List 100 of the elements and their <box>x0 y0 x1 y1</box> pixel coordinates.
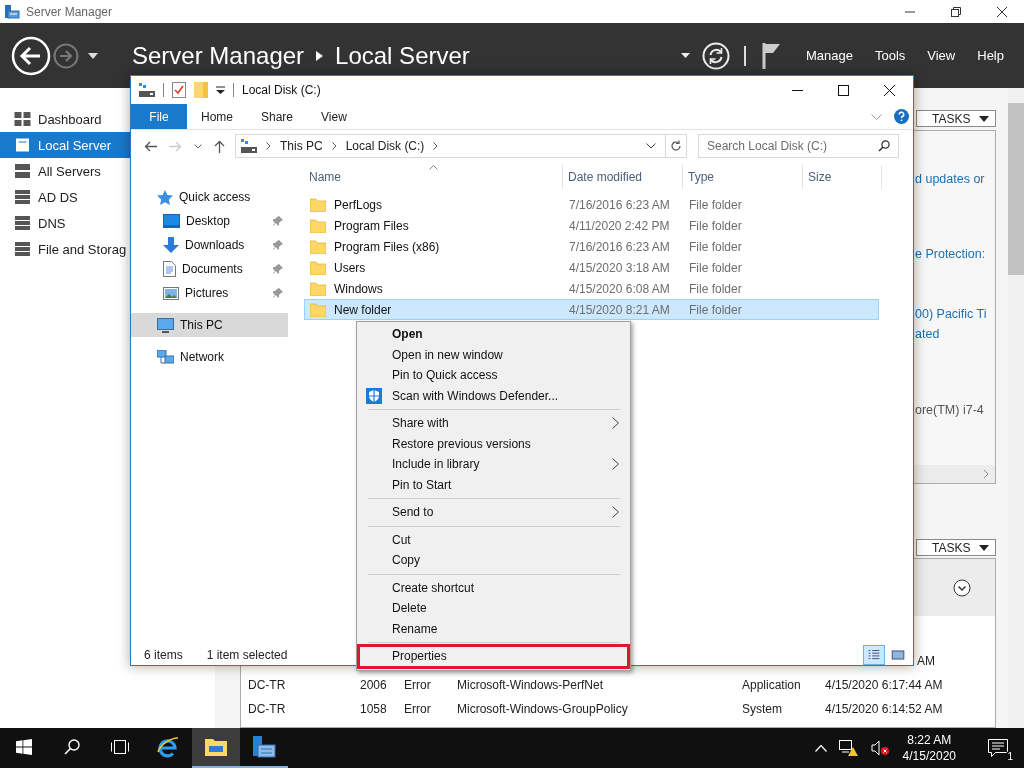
dropdown-caret-icon[interactable] <box>88 52 98 59</box>
recent-locations-icon[interactable] <box>194 143 202 149</box>
file-row[interactable]: New folder 4/15/2020 8:21 AM File folder <box>304 299 879 320</box>
breadcrumb-item[interactable]: This PC <box>280 139 323 153</box>
clock-time[interactable]: 8:22 AM <box>907 732 952 748</box>
nav-item[interactable]: Network <box>131 345 288 369</box>
dropdown-caret-icon[interactable] <box>216 85 225 95</box>
property-link[interactable]: 00) Pacific Ti <box>915 304 987 324</box>
forward-icon[interactable] <box>53 42 79 69</box>
pin-icon[interactable] <box>273 240 283 250</box>
menu-item[interactable]: Delete <box>359 598 628 619</box>
sidebar-item[interactable]: Dashboard <box>0 106 130 132</box>
property-link[interactable]: e Protection: <box>915 244 986 264</box>
nav-item[interactable]: This PC <box>131 313 288 337</box>
breadcrumb-item[interactable]: Local Disk (C:) <box>345 139 425 153</box>
tasks-dropdown[interactable]: TASKS <box>916 539 996 556</box>
details-view-icon[interactable] <box>863 644 885 665</box>
pin-icon[interactable] <box>273 264 283 274</box>
chevron-up-icon[interactable] <box>814 744 827 752</box>
breadcrumb-item[interactable]: Server Manager <box>132 41 305 70</box>
expand-icon[interactable] <box>953 578 971 597</box>
address-bar[interactable]: This PC Local Disk (C:) <box>235 134 687 158</box>
up-icon[interactable] <box>214 139 225 153</box>
help-icon[interactable] <box>894 109 909 124</box>
menu-item[interactable]: Rename <box>359 618 628 639</box>
chevron-right-icon[interactable] <box>266 142 271 150</box>
network-warning-icon[interactable] <box>838 739 859 757</box>
menu-item[interactable]: Scan with Windows Defender... <box>359 385 628 406</box>
dropdown-caret-icon[interactable] <box>680 53 690 58</box>
maximize-icon[interactable] <box>838 84 849 96</box>
document-icon <box>163 261 176 277</box>
chevron-right-icon[interactable] <box>331 142 337 150</box>
menu-item[interactable]: Include in library <box>359 454 628 475</box>
file-row[interactable]: Windows 4/15/2020 6:08 AM File folder <box>304 278 879 299</box>
grid-icon <box>14 112 31 126</box>
nav-item[interactable]: Documents <box>131 257 288 281</box>
column-header[interactable]: Name <box>304 165 563 189</box>
nav-item[interactable]: Quick access <box>131 185 288 209</box>
menu-item[interactable]: Share with <box>359 413 628 434</box>
menu-item[interactable]: Open <box>359 324 628 345</box>
property-link[interactable]: ated <box>915 324 940 344</box>
volume-muted-icon[interactable] <box>870 740 889 756</box>
file-row[interactable]: Users 4/15/2020 3:18 AM File folder <box>304 257 879 278</box>
chevron-right-icon[interactable] <box>433 142 439 150</box>
table-cell: 1058 <box>360 702 387 716</box>
flag-icon[interactable] <box>761 42 782 69</box>
menu-item[interactable]: Help <box>977 48 1004 63</box>
menu-item[interactable]: Manage <box>805 48 853 63</box>
menu-item[interactable]: Properties <box>359 646 628 667</box>
column-header[interactable]: Type <box>683 165 803 189</box>
menu-item[interactable]: Send to <box>359 502 628 523</box>
pin-icon[interactable] <box>273 216 283 226</box>
file-name: Program Files <box>334 218 409 233</box>
menu-item[interactable]: Create shortcut <box>359 577 628 598</box>
pin-icon[interactable] <box>273 288 283 298</box>
back-icon[interactable] <box>144 140 157 152</box>
nav-item[interactable]: Pictures <box>131 281 288 305</box>
restore-icon[interactable] <box>950 5 962 18</box>
ribbon-tab[interactable]: View <box>307 104 361 129</box>
menu-item[interactable]: Tools <box>874 48 906 63</box>
sidebar-item[interactable]: File and Storag <box>0 236 130 262</box>
notification-center-button[interactable]: 1 <box>988 736 1012 760</box>
properties-check-icon[interactable] <box>172 82 186 98</box>
nav-item[interactable]: Downloads <box>131 233 288 257</box>
sidebar-item[interactable]: DNS <box>0 210 130 236</box>
breadcrumb-item[interactable]: Local Server <box>335 41 470 70</box>
file-row[interactable]: Program Files (x86) 7/16/2016 6:23 AM File folder <box>304 236 879 257</box>
sidebar-item[interactable]: Local Server <box>0 132 130 158</box>
tasks-dropdown[interactable]: TASKS <box>916 110 996 127</box>
ribbon-tab[interactable]: File <box>131 104 187 129</box>
sidebar-item[interactable]: AD DS <box>0 184 130 210</box>
chevron-down-icon[interactable] <box>646 143 656 149</box>
vertical-scrollbar[interactable] <box>1008 88 1024 728</box>
taskbar-explorer-button[interactable] <box>192 728 240 768</box>
clock-date[interactable]: 4/15/2020 <box>902 748 956 764</box>
search-field[interactable]: Search Local Disk (C:) <box>698 134 899 158</box>
close-icon[interactable] <box>996 5 1008 18</box>
menu-item[interactable]: Pin to Quick access <box>359 365 628 386</box>
ribbon-tab[interactable]: Home <box>187 104 247 129</box>
table-cell-text: File folder <box>688 239 743 254</box>
item-count: 6 items <box>144 647 183 662</box>
sidebar-item[interactable]: All Servers <box>0 158 130 184</box>
menu-item[interactable]: Open in new window <box>359 344 628 365</box>
menu-item[interactable]: Copy <box>359 550 628 571</box>
file-row[interactable]: Program Files 4/11/2020 2:42 PM File folder <box>304 215 879 236</box>
scroll-right-icon[interactable] <box>983 469 989 479</box>
column-header[interactable]: Date modified <box>563 165 683 189</box>
nav-item[interactable]: Desktop <box>131 209 288 233</box>
menu-item[interactable]: Pin to Start <box>359 474 628 495</box>
menu-item[interactable]: Restore previous versions <box>359 433 628 454</box>
menu-item[interactable]: View <box>927 48 956 63</box>
close-icon[interactable] <box>884 84 895 96</box>
file-row[interactable]: PerfLogs 7/16/2016 6:23 AM File folder <box>304 194 879 215</box>
column-header[interactable]: Size <box>803 165 882 189</box>
menu-item[interactable]: Cut <box>359 529 628 550</box>
ribbon-tab[interactable]: Share <box>247 104 308 129</box>
property-link[interactable]: d updates or <box>915 169 985 189</box>
scrollbar-thumb[interactable] <box>1008 103 1024 275</box>
refresh-icon[interactable] <box>670 140 682 152</box>
folder-icon <box>205 738 227 756</box>
